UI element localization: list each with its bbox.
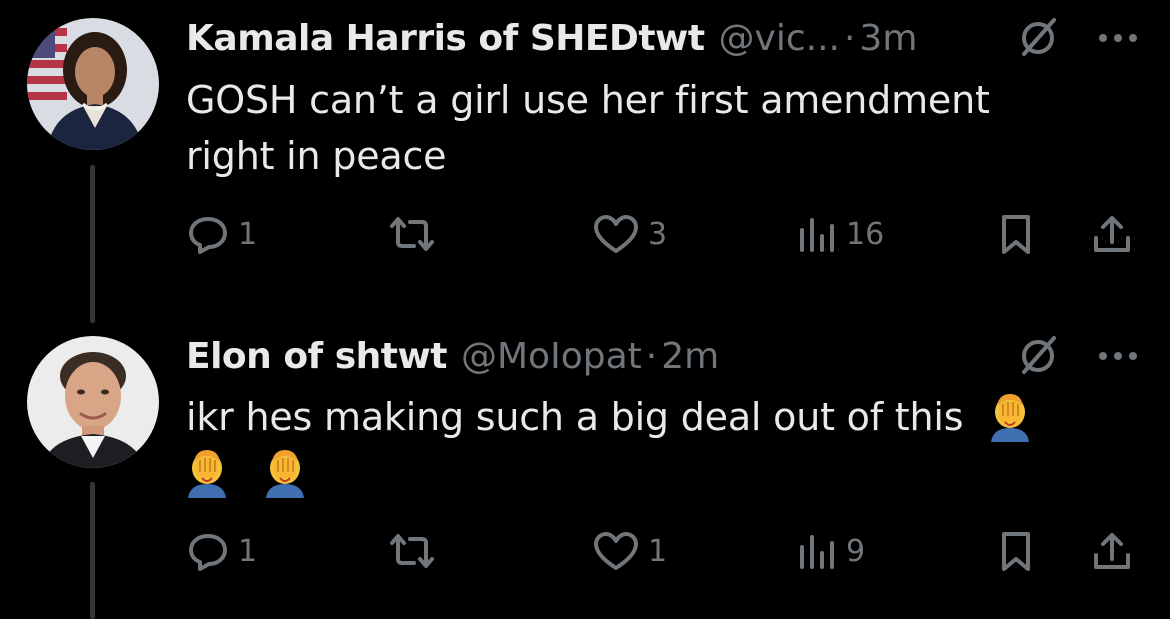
like-icon <box>594 532 638 570</box>
action-bar: 1 3 16 <box>186 209 1146 259</box>
repost-icon <box>390 217 434 251</box>
grok-icon[interactable] <box>1016 334 1060 378</box>
views-button[interactable]: 16 <box>794 209 884 259</box>
timestamp[interactable]: 2m <box>661 332 719 382</box>
face-palm-emoji <box>265 450 304 498</box>
avatar-image <box>27 336 159 468</box>
bookmark-button[interactable] <box>996 209 1036 259</box>
repost-icon <box>390 534 434 568</box>
tweet-kamala[interactable]: Kamala Harris of SHEDtwt @vic... · 3m GO… <box>0 0 1170 300</box>
display-name[interactable]: Elon of shtwt <box>186 332 448 382</box>
share-icon <box>1094 533 1130 569</box>
reply-icon <box>189 534 227 571</box>
timestamp[interactable]: 3m <box>859 14 917 64</box>
action-bar: 1 1 9 <box>186 526 1146 576</box>
like-button[interactable]: 1 <box>592 526 667 576</box>
share-icon <box>1094 216 1130 252</box>
tweet-header: Kamala Harris of SHEDtwt @vic... · 3m <box>186 14 1130 64</box>
separator-dot: · <box>645 336 658 377</box>
more-icon[interactable] <box>1098 351 1138 361</box>
reply-count: 1 <box>238 216 258 252</box>
avatar[interactable] <box>27 18 159 150</box>
bookmark-icon <box>1002 532 1030 571</box>
views-icon <box>800 535 834 569</box>
views-button[interactable]: 9 <box>794 526 865 576</box>
separator-dot: · <box>843 18 856 59</box>
reply-button[interactable]: 1 <box>186 209 257 259</box>
face-palm-emoji <box>188 450 226 498</box>
reply-count: 1 <box>238 533 258 569</box>
tweet-header: Elon of shtwt @MoIopat · 2m <box>186 332 1130 382</box>
handle[interactable]: @MoIopat <box>461 332 642 382</box>
avatar-image <box>27 18 159 150</box>
display-name[interactable]: Kamala Harris of SHEDtwt <box>186 14 705 64</box>
tweet-text: GOSH can’t a girl use her first amendmen… <box>186 78 990 178</box>
tweet-elon[interactable]: Elon of shtwt @MoIopat · 2m ikr hes maki… <box>0 320 1170 619</box>
reply-icon <box>189 217 227 254</box>
tweet-text-content: ikr hes making such a big deal out of th… <box>186 395 964 439</box>
share-button[interactable] <box>1090 526 1134 576</box>
handle[interactable]: @vic... <box>719 14 840 64</box>
tweet-text: ikr hes making such a big deal out of th… <box>186 389 1086 501</box>
share-button[interactable] <box>1090 209 1134 259</box>
avatar[interactable] <box>27 336 159 468</box>
view-count: 16 <box>846 216 885 252</box>
repost-button[interactable] <box>386 526 446 576</box>
view-count: 9 <box>846 533 866 569</box>
reply-button[interactable]: 1 <box>186 526 257 576</box>
face-palm-emoji <box>991 394 1030 442</box>
repost-button[interactable] <box>386 209 446 259</box>
bookmark-icon <box>1002 215 1030 254</box>
like-button[interactable]: 3 <box>592 209 667 259</box>
like-count: 1 <box>648 533 668 569</box>
like-count: 3 <box>648 216 668 252</box>
like-icon <box>594 215 638 253</box>
bookmark-button[interactable] <box>996 526 1036 576</box>
grok-icon[interactable] <box>1016 16 1060 60</box>
more-icon[interactable] <box>1098 33 1138 43</box>
views-icon <box>800 218 834 252</box>
